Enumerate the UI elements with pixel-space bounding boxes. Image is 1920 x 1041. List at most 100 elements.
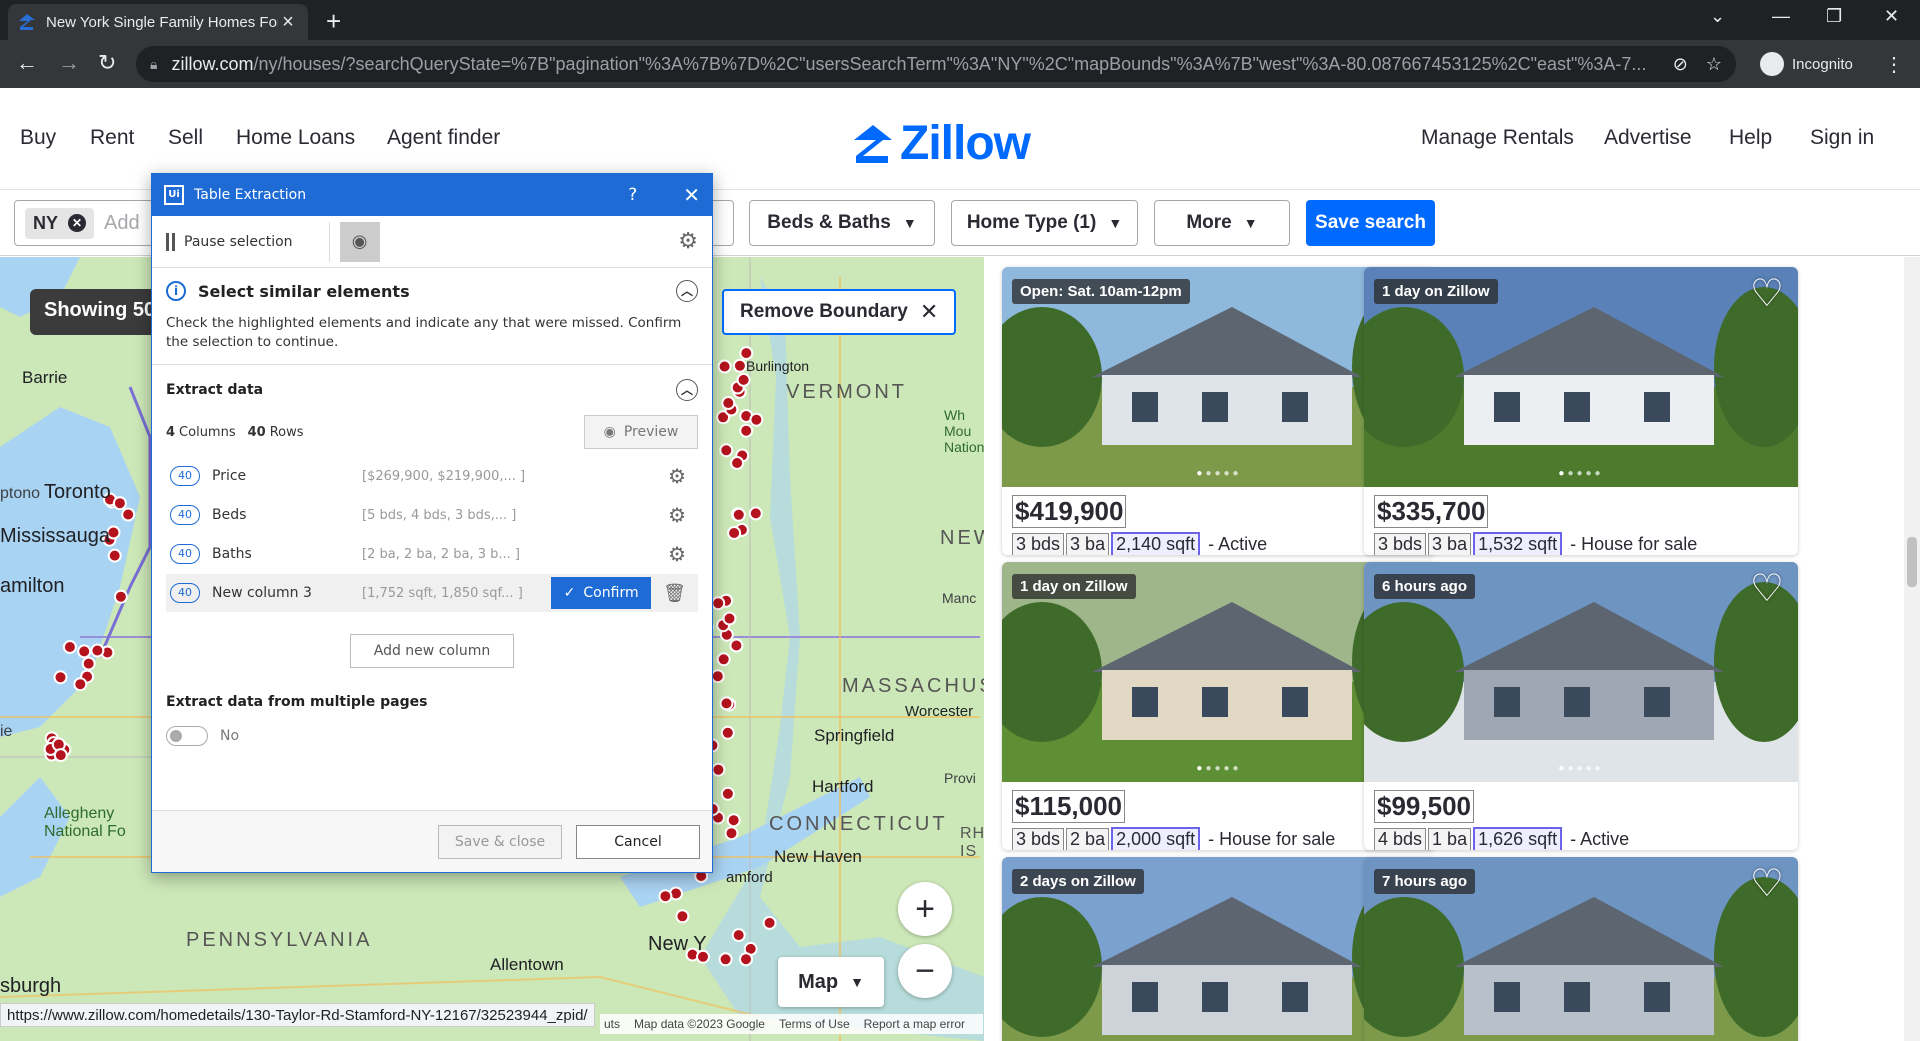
listing-pin[interactable] <box>90 643 105 658</box>
menu-kebab-icon[interactable]: ⋮ <box>1884 52 1904 77</box>
listing-pin[interactable] <box>112 496 127 511</box>
gear-icon[interactable]: ⚙ <box>668 503 686 527</box>
column-row-selected[interactable]: 40 New column 3 [1,752 sqft, 1,850 sqf..… <box>166 574 698 612</box>
toggle-switch[interactable] <box>166 726 208 746</box>
more-filter[interactable]: More ▼ <box>1154 200 1290 246</box>
listing-pin[interactable] <box>749 412 764 427</box>
listing-card[interactable]: 1 day on Zillow ♡ ●●●●● $335,700 3 bds 3… <box>1364 267 1798 555</box>
column-row[interactable]: 40 Baths [2 ba, 2 ba, 2 ba, 3 b... ] ⚙ <box>166 535 698 573</box>
listing-pin[interactable] <box>729 638 744 653</box>
bookmark-star-icon[interactable]: ☆ <box>1706 54 1722 75</box>
gear-icon[interactable]: ⚙ <box>668 542 686 566</box>
forward-icon[interactable]: → <box>58 50 80 76</box>
listing-pin[interactable] <box>53 670 68 685</box>
heart-icon[interactable]: ♡ <box>1750 570 1784 608</box>
window-close-icon[interactable]: ✕ <box>1884 6 1899 27</box>
listing-pin[interactable] <box>736 372 751 387</box>
listing-pin[interactable] <box>675 909 690 924</box>
listing-pin[interactable] <box>121 507 136 522</box>
listing-photo[interactable]: 1 day on Zillow ♡ ●●●●● <box>1364 267 1798 487</box>
zoom-out-button[interactable]: − <box>898 944 952 998</box>
minimize-icon[interactable]: — <box>1772 6 1790 27</box>
nav-sell[interactable]: Sell <box>168 126 203 150</box>
terms-link[interactable]: Terms of Use <box>779 1017 850 1031</box>
incognito-badge[interactable]: Incognito <box>1760 52 1853 76</box>
remove-boundary-button[interactable]: Remove Boundary ✕ <box>722 289 957 335</box>
listing-pin[interactable] <box>53 748 68 763</box>
tab-close-icon[interactable]: × <box>278 11 298 34</box>
scrollbar-thumb[interactable] <box>1907 537 1917 587</box>
listing-pin[interactable] <box>726 813 741 828</box>
listing-pin[interactable] <box>720 786 735 801</box>
listing-pin[interactable] <box>716 652 731 667</box>
new-tab-icon[interactable]: + <box>326 8 341 34</box>
listing-pin[interactable] <box>62 640 77 654</box>
listing-pin[interactable] <box>717 359 732 374</box>
browser-tab[interactable]: New York Single Family Homes For Sale × <box>8 4 308 40</box>
dialog-close-icon[interactable]: ✕ <box>683 183 700 207</box>
help-icon[interactable]: ? <box>628 185 637 205</box>
select-similar-header[interactable]: i Select similar elements ︿ <box>166 280 698 302</box>
listing-pin[interactable] <box>731 507 746 522</box>
tracking-blocked-icon[interactable]: ⊘ <box>1673 54 1688 75</box>
listing-pin[interactable] <box>719 443 734 458</box>
listing-pin[interactable] <box>77 644 92 659</box>
nav-rent[interactable]: Rent <box>90 126 134 150</box>
nav-help[interactable]: Help <box>1729 126 1772 150</box>
zoom-in-button[interactable]: + <box>898 882 952 936</box>
add-new-column-button[interactable]: Add new column <box>350 634 514 668</box>
nav-manage-rentals[interactable]: Manage Rentals <box>1421 126 1574 150</box>
nav-buy[interactable]: Buy <box>20 126 56 150</box>
listing-photo[interactable]: 7 hours ago ♡ ●●●●● <box>1364 857 1798 1041</box>
listing-pin[interactable] <box>718 952 733 967</box>
save-close-button[interactable]: Save & close <box>438 825 562 859</box>
zillow-logo[interactable]: Zillow <box>852 116 1031 171</box>
listing-pin[interactable] <box>732 358 747 373</box>
listing-pin[interactable] <box>748 506 763 521</box>
cancel-button[interactable]: Cancel <box>576 825 700 859</box>
nav-sign-in[interactable]: Sign in <box>1810 126 1874 150</box>
listing-pin[interactable] <box>721 396 736 410</box>
nav-advertise[interactable]: Advertise <box>1604 126 1692 150</box>
collapse-icon[interactable]: ︿ <box>676 379 698 401</box>
nav-home-loans[interactable]: Home Loans <box>236 126 355 150</box>
column-row[interactable]: 40 Beds [5 bds, 4 bds, 3 bds,... ] ⚙ <box>166 496 698 534</box>
listing-pin[interactable] <box>722 611 737 626</box>
listing-pin[interactable] <box>724 826 739 841</box>
gear-icon[interactable]: ⚙ <box>668 464 686 488</box>
search-input[interactable]: NY ✕ Add <box>14 200 154 246</box>
column-row[interactable]: 40 Price [$269,900, $219,900,... ] ⚙ <box>166 457 698 495</box>
address-bar[interactable]: 🔒︎ zillow.com/ny/houses/?searchQueryStat… <box>136 46 1736 82</box>
listing-card[interactable]: 6 hours ago ♡ ●●●●● $99,500 4 bds 1 ba 1… <box>1364 562 1798 850</box>
restore-icon[interactable]: ❐ <box>1826 6 1842 27</box>
chip-remove-icon[interactable]: ✕ <box>68 214 87 232</box>
listing-pin[interactable] <box>739 423 754 438</box>
listing-pin[interactable] <box>73 677 88 692</box>
listing-pin[interactable] <box>710 669 725 684</box>
listing-card[interactable]: 7 hours ago ♡ ●●●●● <box>1364 857 1798 1041</box>
listing-pin[interactable] <box>658 889 673 904</box>
reload-icon[interactable]: ↻ <box>98 50 116 76</box>
listings-scrollbar[interactable] <box>1904 257 1920 1041</box>
home-type-filter[interactable]: Home Type (1) ▼ <box>951 200 1138 246</box>
carousel-dots[interactable]: ●●●●● <box>1364 468 1798 479</box>
nav-agent-finder[interactable]: Agent finder <box>387 126 500 150</box>
pause-selection-button[interactable]: Pause selection <box>166 232 293 251</box>
beds-baths-filter[interactable]: Beds & Baths ▼ <box>749 200 935 246</box>
report-map-error-link[interactable]: Report a map error <box>864 1017 965 1031</box>
map-type-toggle[interactable]: Map ▼ <box>778 957 884 1007</box>
save-search-button[interactable]: Save search <box>1306 200 1435 246</box>
multi-page-toggle[interactable]: No <box>152 726 712 746</box>
listing-pin[interactable] <box>711 596 726 611</box>
listing-pin[interactable] <box>730 456 745 470</box>
listing-pin[interactable] <box>731 928 746 943</box>
heart-icon[interactable]: ♡ <box>1750 275 1784 313</box>
heart-icon[interactable]: ♡ <box>1750 865 1784 903</box>
listing-pin[interactable] <box>762 915 777 930</box>
trash-icon[interactable]: 🗑︎ <box>663 583 686 604</box>
listing-pin[interactable] <box>113 589 128 604</box>
listing-pin[interactable] <box>81 656 96 671</box>
listing-pin[interactable] <box>739 952 753 967</box>
preview-button[interactable]: ◉ Preview <box>584 415 698 449</box>
collapse-icon[interactable]: ︿ <box>676 280 698 302</box>
